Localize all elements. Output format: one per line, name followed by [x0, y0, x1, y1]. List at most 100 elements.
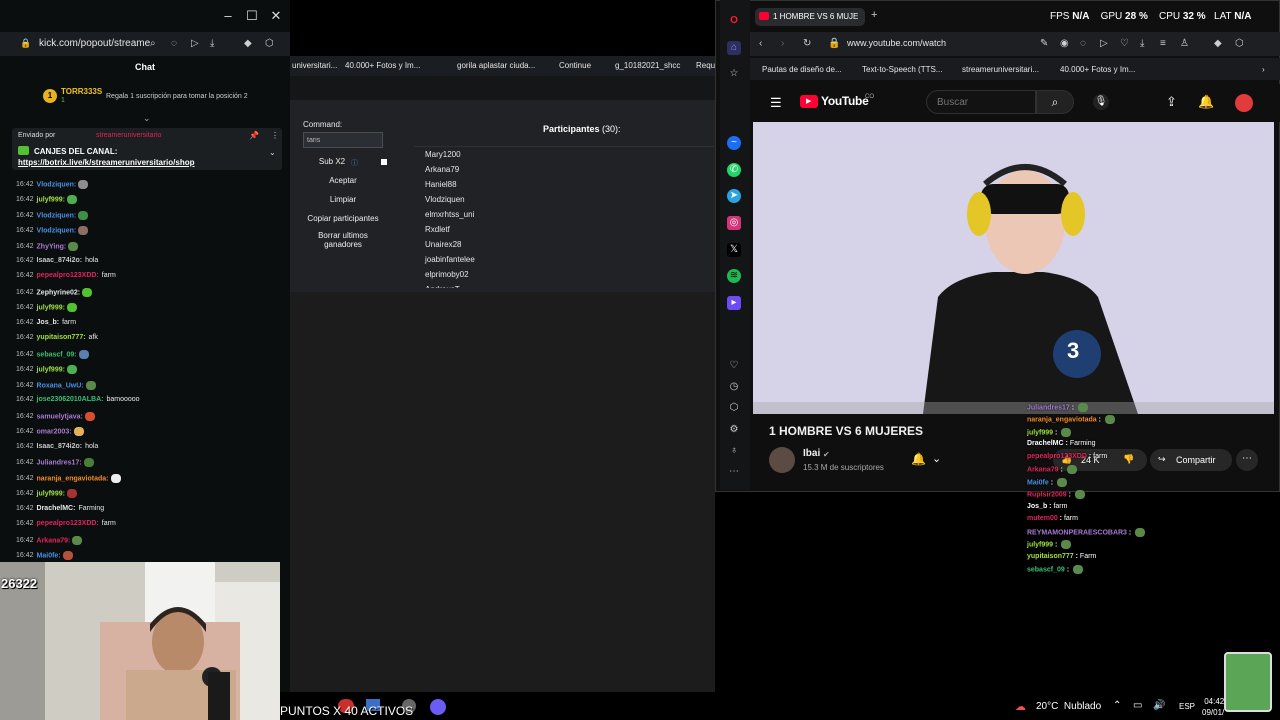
youtube-logo-text[interactable]: YouTube — [821, 94, 869, 108]
x-twitter-icon[interactable]: 𝕏 — [727, 243, 741, 257]
chevron-down-icon[interactable]: ⌄ — [932, 452, 941, 465]
heart-icon[interactable]: ♡ — [727, 359, 741, 373]
box-icon[interactable]: ⬡ — [727, 401, 741, 415]
participant-item[interactable]: Unairex28 — [414, 237, 714, 252]
chat-username[interactable]: Juliandres17: — [37, 459, 82, 466]
back-icon[interactable]: ‹ — [759, 38, 762, 49]
chat-username[interactable]: sebascf_09: — [37, 351, 77, 358]
bookmark-item[interactable]: universitari... — [292, 61, 337, 70]
weather-icon[interactable]: ☁ — [1015, 700, 1026, 713]
whatsapp-icon[interactable]: ✆ — [727, 163, 741, 177]
chat-username[interactable]: Isaac_874i2o: — [37, 443, 83, 450]
more-actions-icon[interactable]: ⋯ — [1236, 449, 1258, 471]
opera-address-bar[interactable]: ‹ › ↻ 🔒 ✎ ◉ ◌ ▷ ♡ ⤓ ≡ ♙ ◆ ⬡ — [750, 32, 1280, 56]
kick-address-bar[interactable]: 🔒 kick.com/popout/streame ⌕ ◌ ▷ ⤓ ◆ ⬡ — [0, 32, 290, 56]
profile-icon[interactable]: ♙ — [1180, 38, 1189, 49]
play-icon[interactable]: ▷ — [191, 38, 199, 49]
chat-username[interactable]: Zephyrine02: — [37, 289, 81, 296]
chat-username[interactable]: julyf999: — [37, 196, 65, 203]
edit-icon[interactable]: ✎ — [1040, 38, 1048, 49]
hamburger-menu-icon[interactable]: ☰ — [770, 95, 782, 111]
channel-name[interactable]: Ibai — [803, 448, 820, 459]
participant-item[interactable]: Haniel88 — [414, 177, 714, 192]
spotify-icon[interactable]: ≋ — [727, 269, 741, 283]
download-icon[interactable]: ⤓ — [1140, 38, 1144, 49]
clock[interactable]: 04:42 09/01/ — [1202, 696, 1224, 718]
maximize-icon[interactable]: ☐ — [244, 8, 260, 24]
more-icon[interactable]: ⋮ — [271, 131, 279, 140]
chat-username[interactable]: pepealpro123XDD: — [37, 272, 99, 279]
diamond-icon[interactable]: ◆ — [244, 38, 252, 49]
reload-icon[interactable]: ↻ — [803, 38, 811, 49]
participant-item[interactable]: joabinfantelee — [414, 252, 714, 267]
video-player[interactable]: 3 — [753, 122, 1274, 414]
heart-icon[interactable]: ♡ — [1120, 38, 1129, 49]
close-icon[interactable]: ✕ — [268, 8, 284, 24]
info-icon[interactable]: ⓘ — [351, 158, 358, 168]
participant-item[interactable]: Arkana79 — [414, 162, 714, 177]
chat-username[interactable]: julyf999: — [37, 490, 65, 497]
chat-username[interactable]: julyf999: — [37, 366, 65, 373]
bookmark-item[interactable]: 40.000+ Fotos y Im... — [1060, 65, 1135, 74]
chat-username[interactable]: julyf999: — [37, 304, 65, 311]
chat-username[interactable]: Vlodziquen: — [37, 212, 77, 219]
microphone-icon[interactable]: 🎙 — [1093, 94, 1109, 110]
kick-url[interactable]: kick.com/popout/streame — [39, 38, 150, 49]
participant-item[interactable]: Mary1200 — [414, 147, 714, 162]
star-icon[interactable]: ☆ — [727, 67, 741, 81]
user-avatar[interactable] — [1235, 94, 1253, 112]
chat-username[interactable]: Roxana_UwU: — [37, 382, 84, 389]
upload-icon[interactable]: ⇪ — [1166, 94, 1177, 110]
play-icon[interactable]: ▷ — [1100, 38, 1108, 49]
messenger-icon[interactable]: ~ — [727, 136, 741, 150]
shield-icon[interactable]: ◌ — [171, 38, 177, 49]
chevron-down-icon[interactable]: ⌄ — [143, 113, 151, 124]
participant-item[interactable]: Vlodziquen — [414, 192, 714, 207]
accept-button[interactable]: Aceptar — [303, 176, 383, 185]
sub-x2-checkbox[interactable] — [381, 159, 387, 165]
chat-username[interactable]: ZhyYing: — [37, 243, 67, 250]
chat-username[interactable]: yupitaison777: — [37, 334, 86, 341]
taskbar-app-icon[interactable] — [430, 699, 446, 715]
clear-button[interactable]: Limpiar — [303, 195, 383, 204]
chevron-down-icon[interactable]: ⌄ — [269, 148, 276, 157]
chat-username[interactable]: pepealpro123XDD: — [37, 520, 99, 527]
copy-participants-button[interactable]: Copiar participantes — [298, 214, 388, 223]
chevron-right-icon[interactable]: › — [1262, 65, 1265, 74]
gift-prompt[interactable]: Regala 1 suscripción para tomar la posic… — [106, 93, 248, 100]
telegram-icon[interactable]: ➤ — [727, 189, 741, 203]
chat-username[interactable]: naranja_engaviotada: — [37, 475, 109, 482]
share-button[interactable]: ↪ Compartir — [1150, 449, 1232, 471]
participant-item[interactable]: Rxdletf — [414, 222, 714, 237]
pinned-link[interactable]: https://botrix.live/k/streameruniversita… — [18, 158, 195, 167]
chat-username[interactable]: omar2003: — [37, 428, 72, 435]
bookmark-item[interactable]: streameruniversitari... — [962, 65, 1039, 74]
more-icon[interactable]: ⋯ — [727, 465, 741, 479]
aria-icon[interactable]: ▸ — [727, 296, 741, 310]
opera-url[interactable]: www.youtube.com/watch — [847, 38, 946, 48]
bookmark-item[interactable]: Text-to-Speech (TTS... — [862, 65, 942, 74]
diamond-icon[interactable]: ◆ — [1214, 38, 1222, 49]
bookmark-item[interactable]: Continue — [559, 61, 591, 70]
bookmark-item[interactable]: Requ — [696, 61, 715, 70]
keyboard-language[interactable]: ESP — [1179, 702, 1195, 711]
channel-avatar[interactable] — [769, 447, 795, 473]
shield-icon[interactable]: ◌ — [1080, 38, 1086, 49]
search-icon[interactable]: ⌕ — [150, 38, 156, 49]
volume-icon[interactable]: 🔊 — [1153, 700, 1165, 711]
youtube-search-input[interactable] — [926, 90, 1036, 114]
command-input[interactable] — [303, 132, 383, 148]
chat-username[interactable]: jose23062010ALBA: — [37, 396, 104, 403]
pin-icon[interactable]: 📌 — [249, 131, 259, 140]
instagram-icon[interactable]: ◎ — [727, 216, 741, 230]
participant-item[interactable]: elprimoby02 — [414, 267, 714, 282]
settings-icon[interactable]: ⚙ — [727, 423, 741, 437]
lightbulb-icon[interactable]: ♁ — [727, 444, 741, 458]
minimize-icon[interactable]: – — [220, 8, 236, 24]
bookmark-item[interactable]: g_10182021_shcc — [615, 61, 680, 70]
new-tab-icon[interactable]: + — [871, 9, 877, 21]
dislike-icon[interactable]: 👎 — [1123, 454, 1134, 465]
weather-status[interactable]: 20°C Nublado — [1036, 701, 1101, 712]
download-icon[interactable]: ⤓ — [210, 38, 214, 49]
browser-tab[interactable]: 1 HOMBRE VS 6 MUJE — [755, 8, 865, 26]
